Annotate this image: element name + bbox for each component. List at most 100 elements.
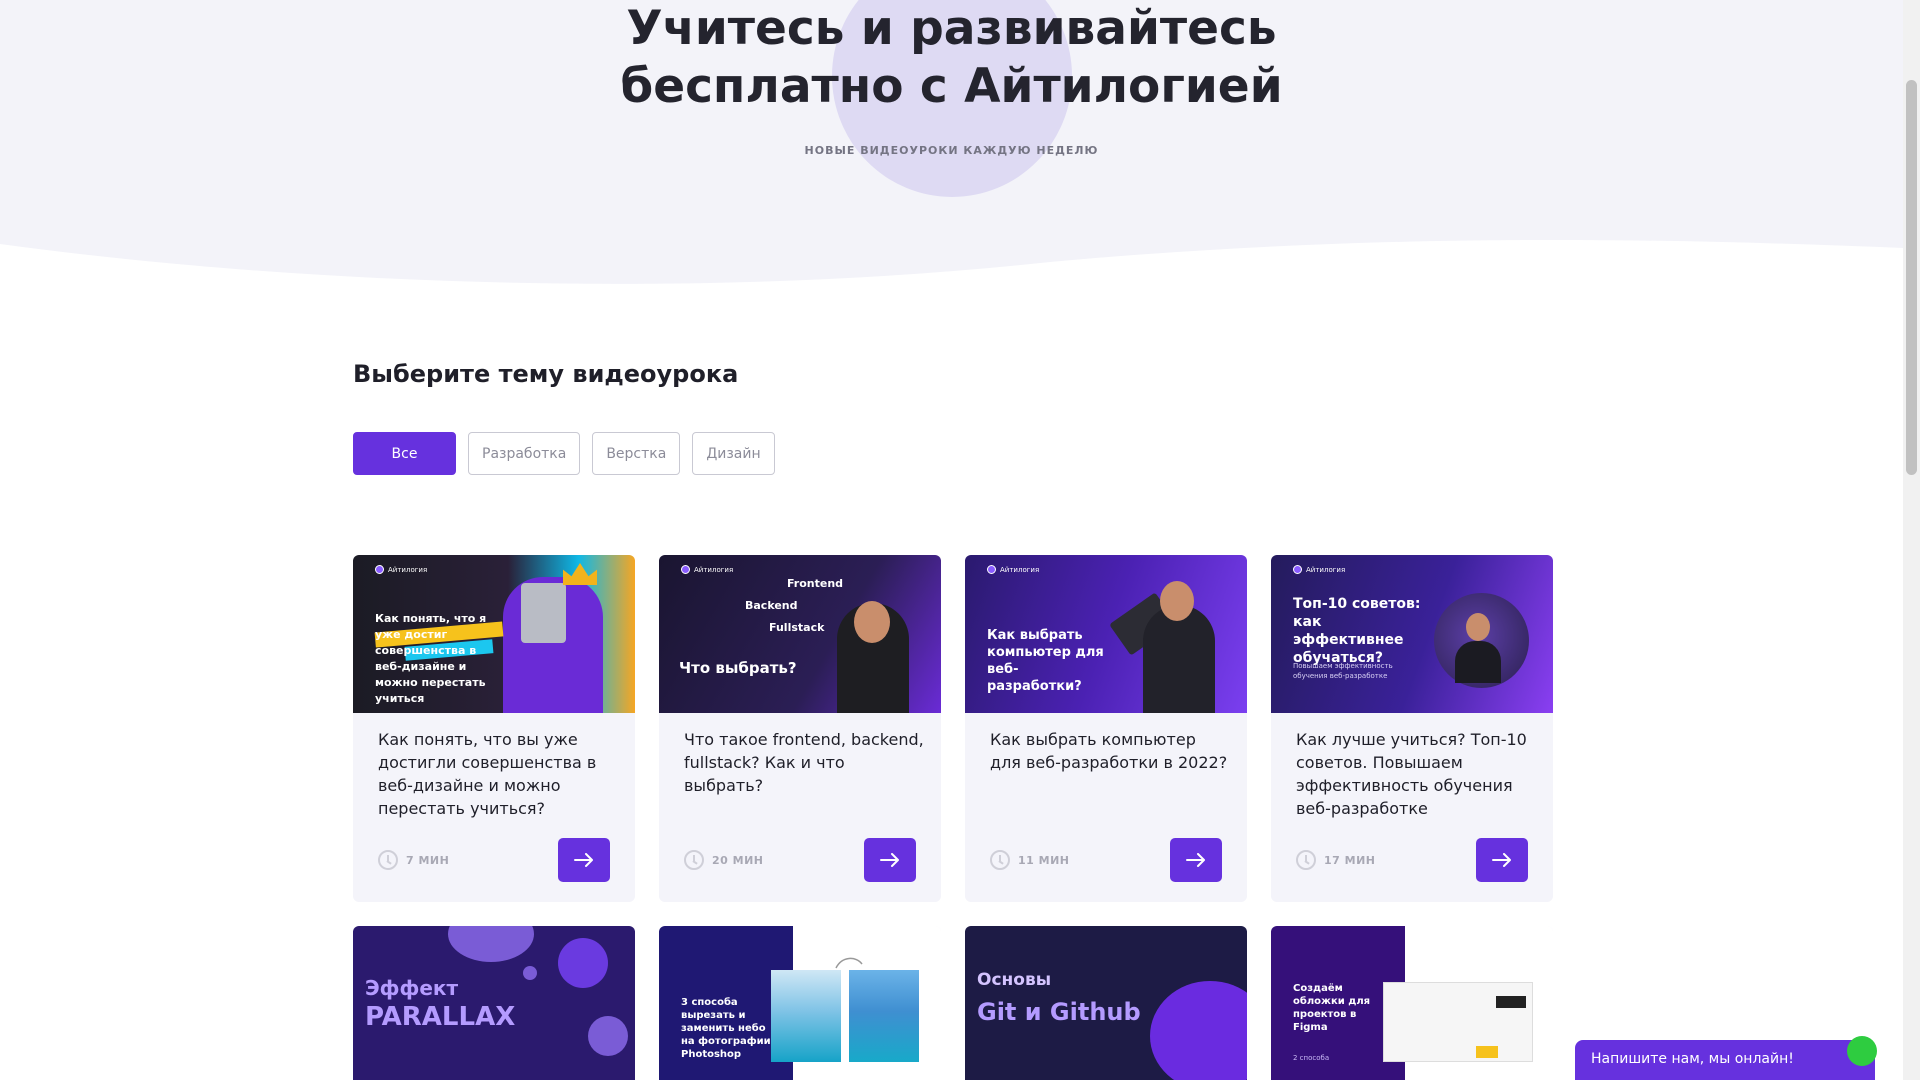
- duration-text: 20 МИН: [712, 853, 764, 867]
- lesson-title[interactable]: Как выбрать компьютер для веб-разработки…: [990, 728, 1230, 774]
- lesson-footer: 20 МИН: [684, 838, 916, 882]
- hero-subtitle: НОВЫЕ ВИДЕОУРОКИ КАЖДУЮ НЕДЕЛЮ: [804, 144, 1099, 157]
- lesson-duration: 20 МИН: [684, 850, 764, 870]
- brand-logo: Айтилогия: [1293, 565, 1345, 574]
- lesson-footer: 17 МИН: [1296, 838, 1528, 882]
- section-title: Выберите тему видеоурока: [353, 360, 739, 388]
- brand-name: Айтилогия: [694, 565, 734, 574]
- lesson-thumbnail[interactable]: Основы Git и Github: [965, 926, 1247, 1080]
- person-head: [854, 601, 890, 643]
- filter-all-button[interactable]: Все: [353, 432, 456, 475]
- clock-icon: [684, 850, 704, 870]
- open-lesson-button[interactable]: [558, 838, 610, 882]
- person-head: [1466, 613, 1490, 641]
- hero-section: Учитесь и развивайтесь бесплатно с Айтил…: [0, 0, 1903, 290]
- lesson-thumbnail[interactable]: Создаём обложки для проектов в Figma 2 с…: [1271, 926, 1553, 1080]
- photo-before: [771, 970, 841, 1062]
- brand-logo: Айтилогия: [375, 565, 427, 574]
- lesson-card[interactable]: Основы Git и Github: [965, 926, 1247, 1080]
- chat-label: Напишите нам, мы онлайн!: [1591, 1051, 1794, 1067]
- lesson-thumbnail[interactable]: Айтилогия Как выбрать компьютер для веб-…: [965, 555, 1247, 713]
- thumbnail-subtext: Повышаем эффективность обучения веб-разр…: [1293, 662, 1393, 680]
- lesson-thumbnail[interactable]: Айтилогия Как понять, что я уже достиг с…: [353, 555, 635, 713]
- brand-logo-icon: [1293, 565, 1302, 574]
- lesson-card[interactable]: Создаём обложки для проектов в Figma 2 с…: [1271, 926, 1553, 1080]
- arrow-right-icon: [880, 853, 899, 867]
- lesson-card[interactable]: 3 способа вырезать и заменить небо на фо…: [659, 926, 941, 1080]
- lesson-duration: 11 МИН: [990, 850, 1070, 870]
- video-lessons-grid: Айтилогия Как понять, что я уже достиг с…: [353, 555, 1553, 1080]
- thumbnail-text: Эффект: [365, 976, 459, 1000]
- hero-title: Учитесь и развивайтесь бесплатно с Айтил…: [0, 0, 1903, 116]
- lesson-card[interactable]: Айтилогия Как понять, что я уже достиг с…: [353, 555, 635, 902]
- thumbnail-text: 3 способа вырезать и заменить небо на фо…: [681, 997, 781, 1060]
- decor-circle: [588, 1016, 628, 1056]
- brand-logo-icon: [681, 565, 690, 574]
- thumbnail-text-2: Git и Github: [977, 998, 1141, 1026]
- duration-text: 7 МИН: [406, 853, 450, 867]
- laptop-image: [521, 583, 566, 643]
- duration-text: 17 МИН: [1324, 853, 1376, 867]
- curved-arrow-icon: [835, 957, 863, 969]
- figma-dark-panel: [1496, 996, 1526, 1008]
- thumbnail-subtext: 2 способа: [1293, 1054, 1330, 1062]
- open-lesson-button[interactable]: [864, 838, 916, 882]
- brand-logo-icon: [987, 565, 996, 574]
- arrow-right-icon: [1186, 853, 1205, 867]
- lesson-footer: 7 МИН: [378, 838, 610, 882]
- lesson-thumbnail[interactable]: Айтилогия Frontend Backend Fullstack Что…: [659, 555, 941, 713]
- brand-logo: Айтилогия: [681, 565, 733, 574]
- lesson-card[interactable]: Айтилогия Топ-10 советов: как эффективне…: [1271, 555, 1553, 902]
- decor-blob: [1150, 981, 1247, 1080]
- lesson-card[interactable]: Айтилогия Frontend Backend Fullstack Что…: [659, 555, 941, 902]
- thumbnail-text-2: PARALLAX: [365, 1002, 516, 1032]
- scrollbar-thumb[interactable]: [1906, 80, 1917, 475]
- thumbnail-text: Как выбрать компьютер для веб-разработки…: [987, 628, 1104, 694]
- brand-logo: Айтилогия: [987, 565, 1039, 574]
- filter-layout-button[interactable]: Верстка: [592, 432, 681, 475]
- lesson-title[interactable]: Как понять, что вы уже достигли совершен…: [378, 728, 618, 820]
- lesson-duration: 7 МИН: [378, 850, 449, 870]
- brand-logo-icon: [375, 565, 384, 574]
- chat-widget-button[interactable]: Напишите нам, мы онлайн!: [1575, 1040, 1875, 1080]
- brand-name: Айтилогия: [1000, 565, 1040, 574]
- filter-design-button[interactable]: Дизайн: [692, 432, 775, 475]
- lesson-thumbnail[interactable]: 3 способа вырезать и заменить небо на фо…: [659, 926, 941, 1080]
- filter-development-button[interactable]: Разработка: [468, 432, 581, 475]
- thumbnail-text: Топ-10 советов: как эффективнее обучатьс…: [1293, 596, 1421, 666]
- thumbnail-text: Как понять, что я уже достиг совершенств…: [375, 612, 487, 705]
- lesson-title[interactable]: Как лучше учиться? Топ-10 советов. Повыш…: [1296, 728, 1536, 820]
- hero-wave: [0, 239, 1903, 290]
- clock-icon: [990, 850, 1010, 870]
- clock-icon: [1296, 850, 1316, 870]
- brand-name: Айтилогия: [1306, 565, 1346, 574]
- decor-circle: [523, 966, 537, 980]
- arrow-right-icon: [1492, 853, 1511, 867]
- open-lesson-button[interactable]: [1476, 838, 1528, 882]
- hero-title-line2: бесплатно с Айтилогией: [620, 59, 1283, 114]
- person-head: [1160, 581, 1194, 621]
- duration-text: 11 МИН: [1018, 853, 1070, 867]
- arrow-right-icon: [574, 853, 593, 867]
- person-image: [1143, 605, 1215, 713]
- open-lesson-button[interactable]: [1170, 838, 1222, 882]
- lesson-duration: 17 МИН: [1296, 850, 1376, 870]
- topic-filters: Все Разработка Верстка Дизайн: [353, 432, 775, 475]
- clock-icon: [378, 850, 398, 870]
- thumb-word-fullstack: Fullstack: [769, 621, 825, 634]
- thumb-word-backend: Backend: [745, 599, 798, 612]
- thumb-word-frontend: Frontend: [787, 577, 844, 590]
- decor-circle: [558, 938, 608, 988]
- hero-title-line1: Учитесь и развивайтесь: [626, 1, 1277, 56]
- lesson-card[interactable]: Айтилогия Как выбрать компьютер для веб-…: [965, 555, 1247, 902]
- figma-yellow-block: [1476, 1046, 1498, 1058]
- lesson-title[interactable]: Что такое frontend, backend, fullstack? …: [684, 728, 924, 797]
- brand-name: Айтилогия: [388, 565, 428, 574]
- chat-online-indicator: [1847, 1036, 1877, 1066]
- thumbnail-text: Что выбрать?: [679, 659, 797, 677]
- figma-screenshot: [1383, 982, 1533, 1062]
- lesson-card[interactable]: Эффект PARALLAX: [353, 926, 635, 1080]
- lesson-thumbnail[interactable]: Айтилогия Топ-10 советов: как эффективне…: [1271, 555, 1553, 713]
- lesson-thumbnail[interactable]: Эффект PARALLAX: [353, 926, 635, 1080]
- person-image: [1455, 641, 1501, 683]
